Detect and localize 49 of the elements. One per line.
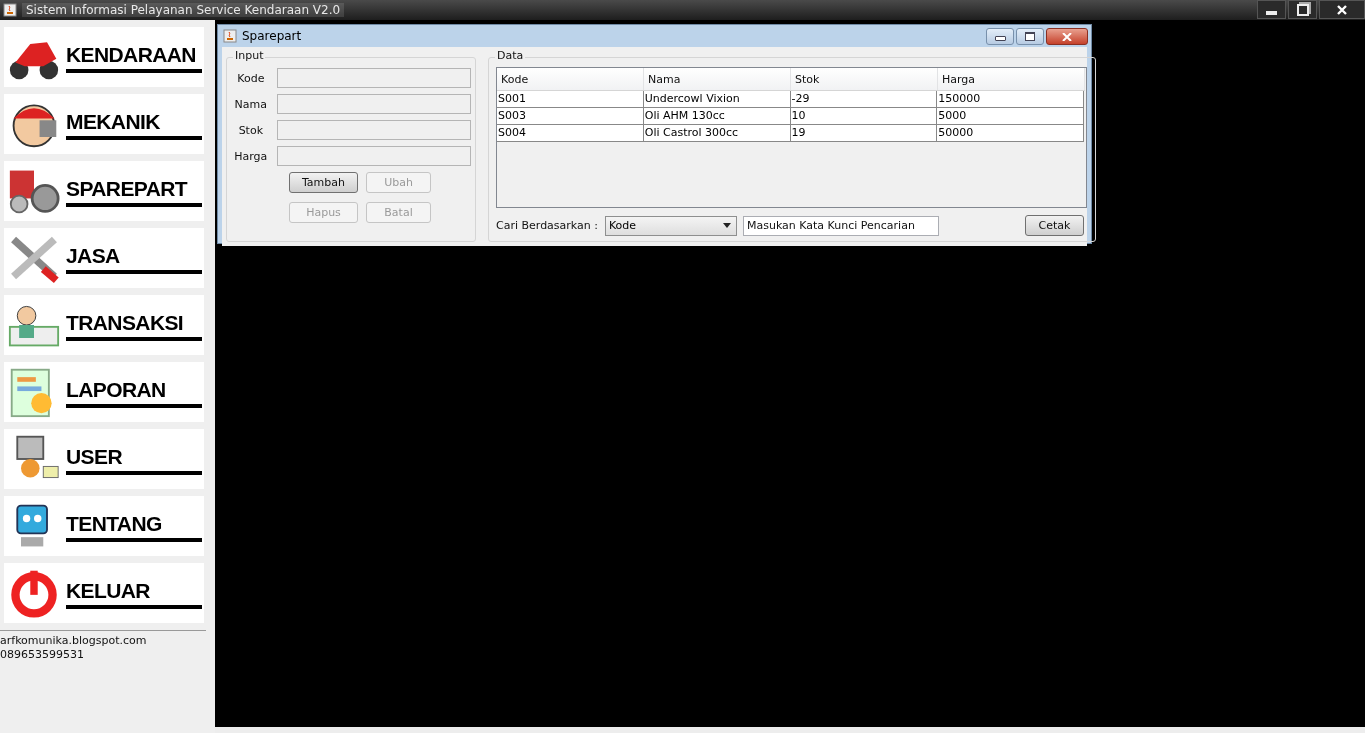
menu-button[interactable]: KELUAR (4, 563, 204, 623)
menu-button[interactable]: SPAREPART (4, 161, 204, 221)
close-button[interactable] (1319, 0, 1365, 19)
table-cell: 50000 (937, 125, 1084, 141)
minimize-button[interactable] (1257, 0, 1286, 19)
search-field[interactable]: Masukan Kata Kunci Pencarian (742, 215, 939, 236)
window-title: Sistem Informasi Pelayanan Service Kendaraan V2.0 (22, 3, 345, 17)
column-header[interactable]: Stok (791, 68, 938, 90)
menu-button[interactable]: TENTANG (4, 496, 204, 556)
table-cell: 150000 (937, 91, 1084, 107)
menu-button[interactable]: LAPORAN (4, 362, 204, 422)
maximize-button[interactable] (1016, 28, 1044, 45)
caret-icon (722, 223, 731, 228)
minimize-button[interactable] (986, 28, 1014, 45)
close-icon (1336, 4, 1348, 15)
menu-button[interactable]: KENDARAAN (4, 27, 204, 87)
table-cell: Undercowl Vixion (643, 91, 791, 107)
menu-button[interactable]: USER (4, 429, 204, 489)
search-by-dropdown[interactable]: Kode (604, 215, 737, 236)
table-cell: S001 (497, 91, 644, 107)
close-button[interactable] (1046, 28, 1088, 45)
table-cell: 5000 (937, 108, 1084, 124)
table-cell: S003 (497, 108, 644, 124)
search-label: Cari Berdasarkan : (496, 219, 598, 232)
window-title: Sparepart (242, 29, 302, 43)
footer-text: 089653599531 (0, 648, 85, 662)
field-label: Stok (237, 123, 265, 137)
print-button[interactable]: Cetak (1025, 215, 1084, 236)
restore-button[interactable] (1288, 0, 1317, 19)
column-header[interactable]: Harga (938, 68, 1085, 90)
panel-legend: Input (233, 49, 266, 62)
action-button[interactable]: Tambah (289, 172, 358, 193)
table-cell: 19 (790, 125, 938, 141)
footer-text: arfkomunika.blogspot.com (0, 634, 148, 648)
table-cell: Oli Castrol 300cc (643, 125, 791, 141)
close-icon (1062, 32, 1072, 41)
table-cell: 10 (790, 108, 938, 124)
column-header[interactable]: Kode (497, 68, 644, 90)
menu-button[interactable]: JASA (4, 228, 204, 288)
table-cell: S004 (497, 125, 644, 141)
table-cell: -29 (790, 91, 938, 107)
field-label: Harga (233, 149, 269, 163)
menu-button[interactable]: TRANSAKSI (4, 295, 204, 355)
panel-legend: Data (495, 49, 526, 62)
field-label: Nama (233, 97, 269, 111)
menu-button[interactable]: MEKANIK (4, 94, 204, 154)
column-header[interactable]: Nama (644, 68, 791, 90)
field-label: Kode (236, 71, 266, 85)
table-cell: Oli AHM 130cc (643, 108, 791, 124)
